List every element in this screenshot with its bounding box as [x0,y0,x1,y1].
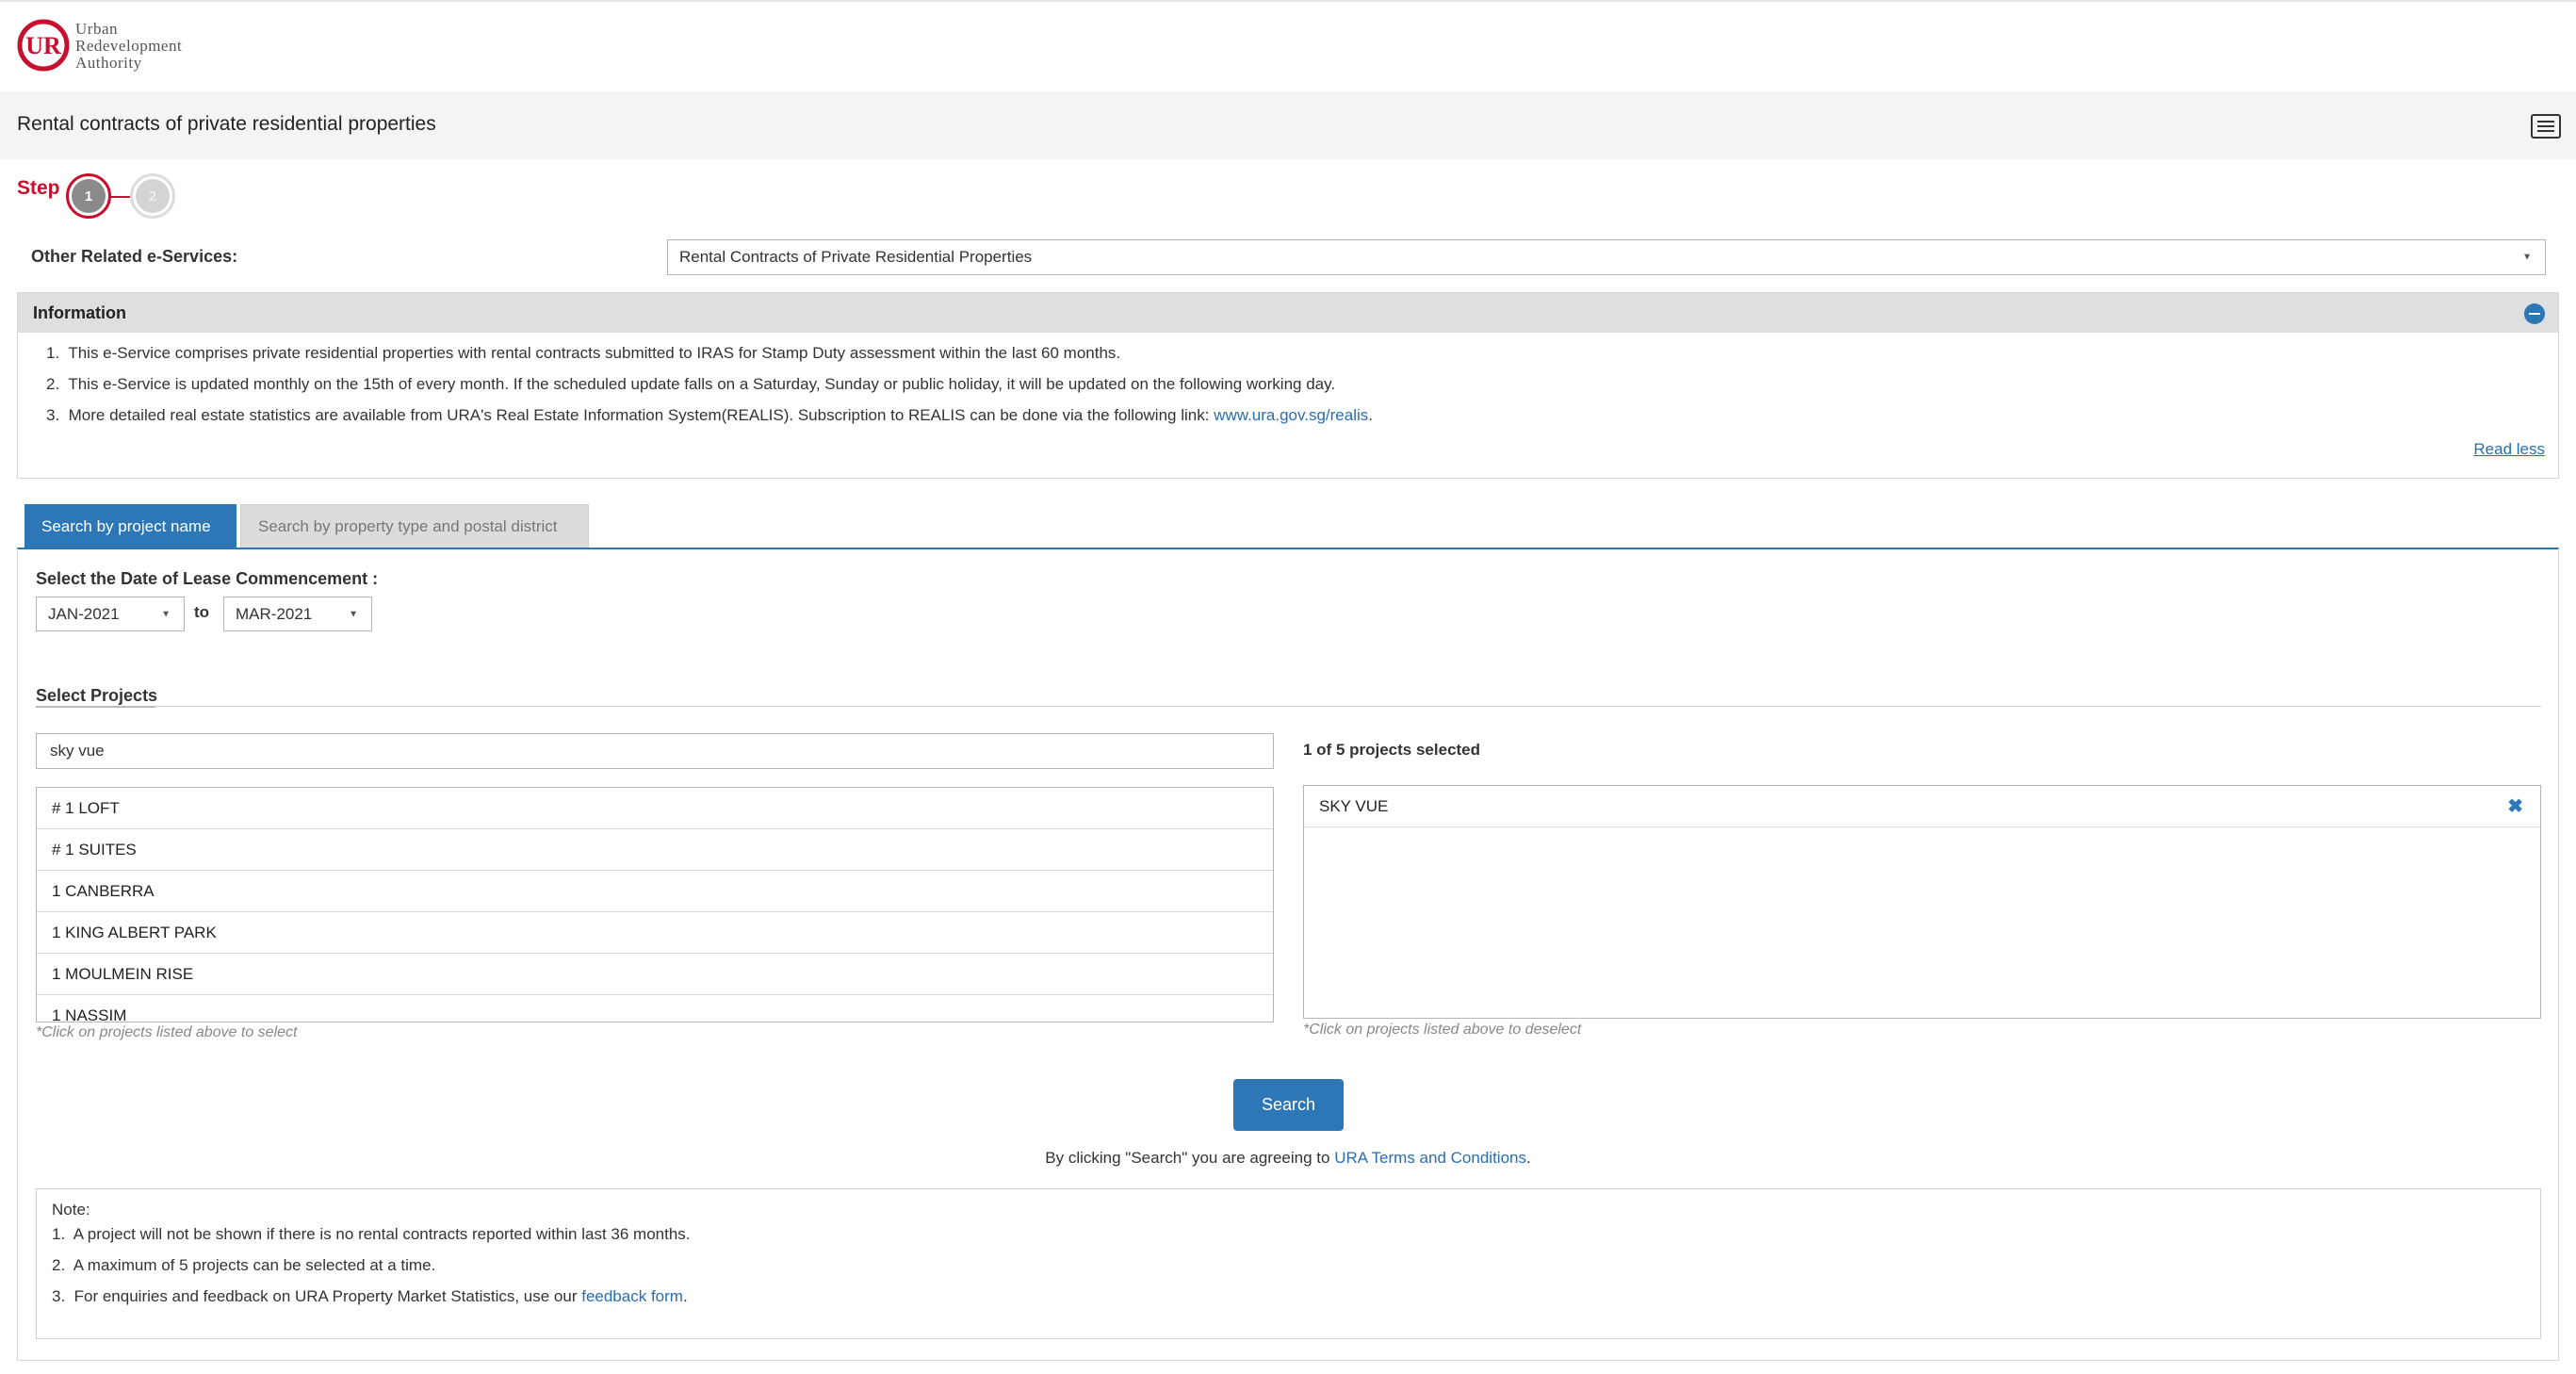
information-list: 1. This e-Service comprises private resi… [46,344,1373,437]
feedback-form-link[interactable]: feedback form [581,1287,683,1305]
deselect-hint: *Click on projects listed above to desel… [1303,1022,1582,1038]
project-list-item[interactable]: # 1 SUITES [37,829,1273,871]
ura-logo-icon: UR [17,19,70,72]
note-item: 2. A maximum of 5 projects can be select… [52,1256,436,1274]
note-item-text: For enquiries and feedback on URA Proper… [73,1287,582,1305]
page-title: Rental contracts of private residential … [17,113,436,135]
section-underline [36,706,155,708]
note-box: Note: 1. A project will not be shown if … [36,1188,2541,1339]
project-search-input[interactable] [36,733,1274,769]
step-1-indicator: 1 [66,173,111,219]
select-projects-label: Select Projects [36,686,158,705]
select-hint: *Click on projects listed above to selec… [36,1024,298,1040]
lease-from-select[interactable]: JAN-2021 ▼ [36,597,185,631]
logo-line-1: Urban [75,20,118,38]
information-title: Information [33,303,126,322]
logo-line-3: Authority [75,54,142,72]
remove-icon[interactable]: ✖ [2507,797,2523,816]
collapse-icon[interactable] [2524,303,2545,324]
lease-to-select[interactable]: MAR-2021 ▼ [223,597,372,631]
lease-to-value: MAR-2021 [236,604,313,623]
hamburger-menu-icon[interactable] [2531,114,2561,139]
info-item: 1. This e-Service comprises private resi… [46,344,1121,362]
tab-search-by-project-name[interactable]: Search by project name [24,504,236,548]
related-services-label: Other Related e-Services: [31,247,238,266]
step-2-indicator: 2 [130,173,175,219]
terms-prefix: By clicking "Search" you are agreeing to [1045,1149,1335,1167]
tab-search-by-property-type[interactable]: Search by property type and postal distr… [240,504,589,548]
info-item-text: More detailed real estate statistics are… [68,406,1215,424]
note-list: 1. A project will not be shown if there … [52,1225,2525,1318]
selected-project-name: SKY VUE [1319,796,1389,815]
logo-text: Urban Redevelopment Authority [75,21,182,72]
info-item-text: This e-Service comprises private residen… [68,344,1121,362]
note-item: 1. A project will not be shown if there … [52,1225,691,1243]
project-list-item[interactable]: 1 NASSIM [37,995,1273,1022]
project-list[interactable]: # 1 LOFT # 1 SUITES 1 CANBERRA 1 KING AL… [36,787,1274,1022]
selected-projects-box: SKY VUE ✖ [1303,785,2541,1019]
logo-line-2: Redevelopment [75,37,183,55]
note-item-text: A project will not be shown if there is … [73,1225,691,1243]
lease-date-label: Select the Date of Lease Commencement : [36,569,379,588]
information-header[interactable]: Information [18,293,2558,333]
related-services-value: Rental Contracts of Private Residential … [679,248,1033,266]
step-connector [111,196,132,198]
caret-down-icon: ▼ [2522,252,2532,263]
note-link-suffix: . [682,1287,688,1305]
lease-from-value: JAN-2021 [48,604,120,623]
caret-down-icon: ▼ [349,609,358,619]
project-list-item[interactable]: 1 CANBERRA [37,871,1273,912]
project-list-item[interactable]: 1 MOULMEIN RISE [37,954,1273,995]
step-2-number: 2 [136,179,170,213]
terms-suffix: . [1525,1149,1531,1167]
caret-down-icon: ▼ [161,609,171,619]
project-list-item[interactable]: # 1 LOFT [37,788,1273,829]
step-label: Step [17,177,60,199]
step-1-number: 1 [72,179,106,213]
ura-logo[interactable]: UR Urban Redevelopment Authority [17,19,182,72]
info-item: 3. More detailed real estate statistics … [46,406,1373,424]
title-bar: Rental contracts of private residential … [0,91,2576,159]
selected-count-label: 1 of 5 projects selected [1303,741,1481,759]
realis-link[interactable]: www.ura.gov.sg/realis [1214,406,1368,424]
information-panel: Information 1. This e-Service comprises … [17,292,2559,479]
top-border [0,0,2576,2]
lease-to-label: to [194,603,210,621]
note-title: Note: [52,1201,90,1219]
selected-project-item[interactable]: SKY VUE ✖ [1304,786,2540,827]
terms-link[interactable]: URA Terms and Conditions [1334,1149,1526,1167]
search-button[interactable]: Search [1233,1079,1344,1131]
project-list-item[interactable]: 1 KING ALBERT PARK [37,912,1273,954]
terms-agreement: By clicking "Search" you are agreeing to… [0,1149,2576,1168]
note-item: 3. For enquiries and feedback on URA Pro… [52,1287,688,1305]
svg-text:UR: UR [25,32,61,59]
section-divider [155,706,2541,707]
note-item-text: A maximum of 5 projects can be selected … [73,1256,436,1274]
related-services-select[interactable]: Rental Contracts of Private Residential … [667,239,2546,275]
read-less-link[interactable]: Read less [2473,440,2545,459]
info-item: 2. This e-Service is updated monthly on … [46,375,1336,393]
info-item-text: This e-Service is updated monthly on the… [68,375,1336,393]
